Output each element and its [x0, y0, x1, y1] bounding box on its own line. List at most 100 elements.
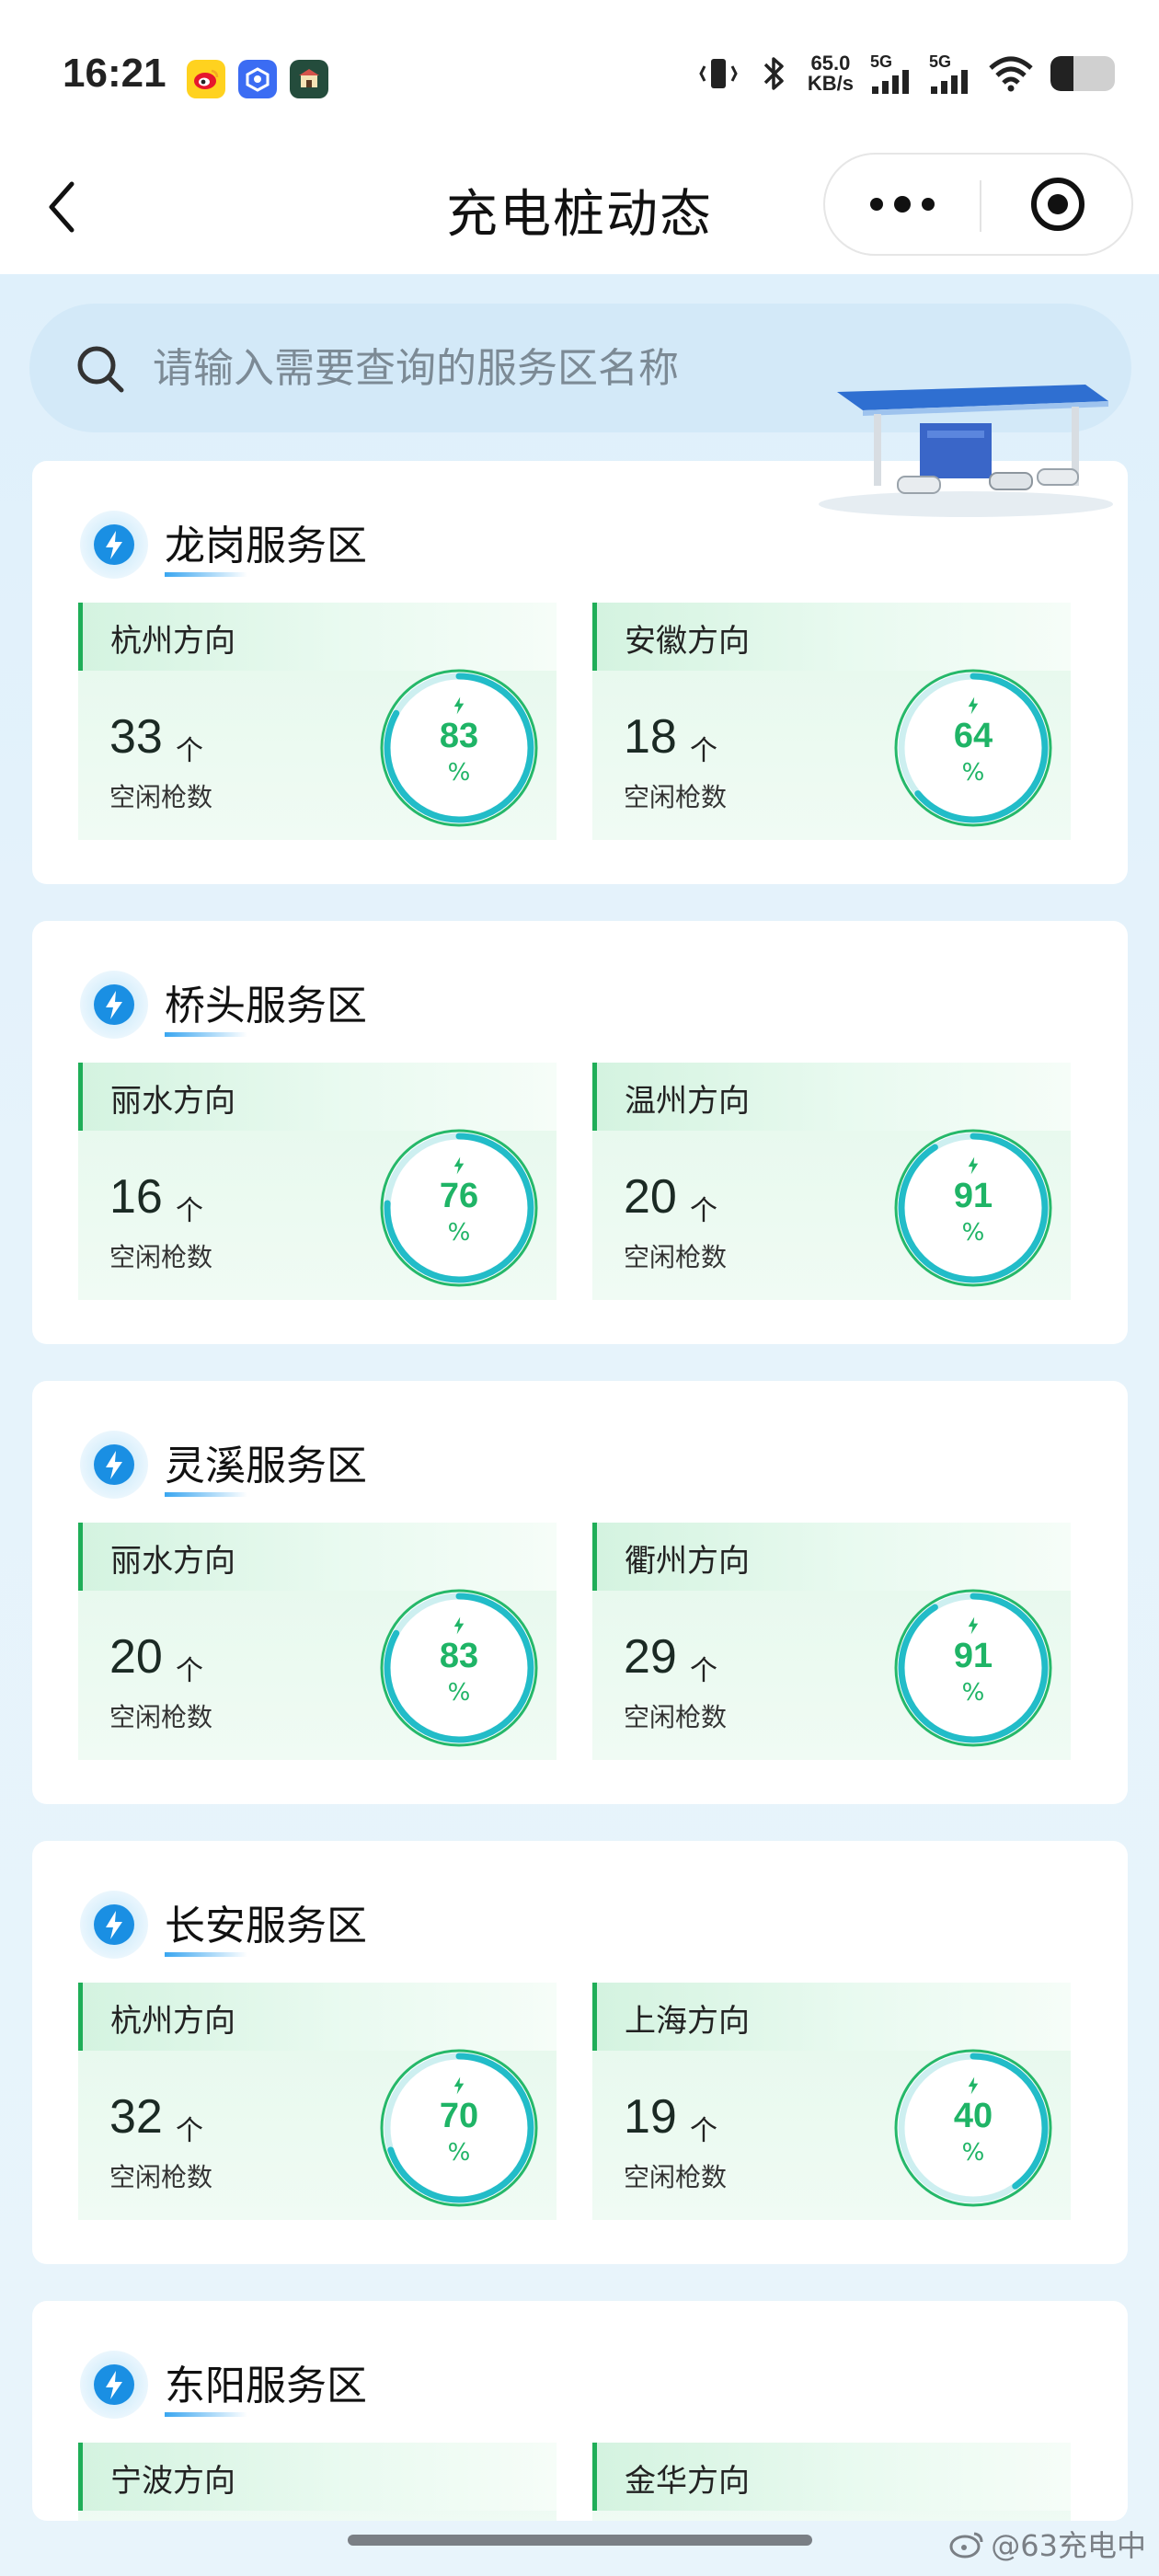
availability-ring: 40 % [894, 2049, 1052, 2207]
percent-sign: % [447, 1219, 471, 1247]
availability-percent: 64 [953, 717, 993, 755]
vibrate-icon [699, 59, 738, 88]
idle-unit: 个 [690, 2115, 717, 2147]
service-area-name: 龙岗服务区 [165, 512, 367, 577]
direction-name: 丽水方向 [110, 1083, 235, 1120]
direction-panel[interactable]: 上海方向 19 个 空闲枪数 40 % [592, 1983, 1071, 2220]
idle-count: 32 [109, 2090, 163, 2144]
direction-panel[interactable]: 安徽方向 18 个 空闲枪数 64 % [592, 603, 1071, 840]
service-area-card[interactable]: 桥头服务区 丽水方向 16 个 空闲枪数 76 % 温州方向 20 个 空闲枪数… [32, 921, 1128, 1344]
availability-ring: 83 % [380, 1589, 538, 1747]
direction-panel[interactable]: 衢州方向 29 个 空闲枪数 91 % [592, 1523, 1071, 1760]
percent-sign: % [961, 1679, 985, 1707]
idle-label: 空闲枪数 [109, 782, 213, 812]
idle-unit: 个 [176, 735, 203, 767]
idle-label: 空闲枪数 [624, 782, 728, 812]
direction-header: 金华方向 [592, 2443, 1071, 2511]
direction-name: 丽水方向 [110, 1543, 235, 1580]
lightning-bolt-icon [80, 1891, 148, 1959]
availability-percent: 83 [439, 717, 479, 755]
card-header: 龙岗服务区 [80, 503, 367, 586]
card-header: 长安服务区 [80, 1883, 367, 1966]
service-area-name: 灵溪服务区 [165, 1432, 367, 1497]
idle-count: 29 [624, 1630, 677, 1684]
dot [870, 198, 883, 211]
home-indicator [348, 2535, 812, 2546]
direction-header: 杭州方向 [78, 1983, 557, 2051]
direction-header: 衢州方向 [592, 1523, 1071, 1591]
lightning-bolt-icon [80, 971, 148, 1039]
battery-icon [1050, 56, 1115, 91]
idle-unit: 个 [690, 1195, 717, 1227]
idle-label: 空闲枪数 [109, 1242, 213, 1272]
availability-percent: 40 [953, 2097, 993, 2135]
app-blue-icon [238, 60, 277, 98]
status-time: 16:21 [63, 51, 166, 96]
direction-header: 杭州方向 [78, 603, 557, 671]
network-speed: 65.0 KB/s [807, 52, 854, 95]
idle-unit: 个 [176, 2115, 203, 2147]
charging-station-illustration [819, 385, 1113, 517]
direction-header: 安徽方向 [592, 603, 1071, 671]
percent-sign: % [447, 2139, 471, 2167]
direction-header: 宁波方向 [78, 2443, 557, 2511]
availability-ring: 91 % [894, 1129, 1052, 1287]
signal-sim1: 5G [870, 53, 912, 94]
idle-unit: 个 [176, 1655, 203, 1687]
direction-name: 上海方向 [625, 2003, 750, 2040]
direction-panel[interactable]: 温州方向 20 个 空闲枪数 91 % [592, 1063, 1071, 1300]
signal-sim2: 5G [929, 53, 971, 94]
close-miniapp-button[interactable] [981, 155, 1133, 254]
percent-sign: % [961, 1219, 985, 1247]
notification-icons [187, 60, 328, 98]
direction-name: 衢州方向 [625, 1543, 750, 1580]
direction-name: 杭州方向 [110, 2003, 235, 2040]
availability-ring: 76 % [380, 1129, 538, 1287]
service-area-card[interactable]: 长安服务区 杭州方向 32 个 空闲枪数 70 % 上海方向 19 个 空闲枪数… [32, 1841, 1128, 2264]
idle-count: 20 [109, 1630, 163, 1684]
miniapp-capsule [823, 153, 1133, 256]
status-indicators: 65.0 KB/s 5G 5G [695, 53, 1115, 94]
idle-unit: 个 [176, 1195, 203, 1227]
direction-name: 杭州方向 [110, 623, 235, 660]
lightning-bolt-icon [80, 511, 148, 579]
service-area-name: 东阳服务区 [165, 2352, 367, 2417]
direction-panel[interactable]: 金华方向 [592, 2443, 1071, 2521]
signal-bars-icon [931, 70, 968, 94]
idle-count: 19 [624, 2090, 677, 2144]
direction-name: 温州方向 [625, 1083, 750, 1120]
service-area-card[interactable]: 东阳服务区 宁波方向 金华方向 [32, 2301, 1128, 2521]
battery-level-fill [1050, 56, 1073, 91]
signal-bars-icon [872, 70, 909, 94]
watermark-text: @63充电中 [991, 2528, 1146, 2563]
availability-ring: 64 % [894, 669, 1052, 827]
service-area-card[interactable]: 灵溪服务区 丽水方向 20 个 空闲枪数 83 % 衢州方向 29 个 空闲枪数… [32, 1381, 1128, 1804]
direction-panel[interactable]: 丽水方向 20 个 空闲枪数 83 % [78, 1523, 557, 1760]
percent-sign: % [447, 759, 471, 787]
service-area-name: 长安服务区 [165, 1892, 367, 1957]
idle-count: 33 [109, 710, 163, 764]
direction-name: 宁波方向 [110, 2463, 235, 2500]
dot [894, 196, 911, 213]
direction-panel[interactable]: 宁波方向 [78, 2443, 557, 2521]
idle-label: 空闲枪数 [624, 1702, 728, 1732]
direction-panel[interactable]: 杭州方向 32 个 空闲枪数 70 % [78, 1983, 557, 2220]
percent-sign: % [447, 1679, 471, 1707]
more-button[interactable] [825, 155, 980, 254]
direction-panel[interactable]: 杭州方向 33 个 空闲枪数 83 % [78, 603, 557, 840]
card-header: 灵溪服务区 [80, 1423, 367, 1506]
idle-unit: 个 [690, 735, 717, 767]
idle-count: 18 [624, 710, 677, 764]
percent-sign: % [961, 2139, 985, 2167]
availability-percent: 83 [439, 1637, 479, 1675]
direction-panel[interactable]: 丽水方向 16 个 空闲枪数 76 % [78, 1063, 557, 1300]
service-area-card[interactable]: 龙岗服务区 杭州方向 33 个 空闲枪数 83 % 安徽方向 18 个 空闲枪数… [32, 461, 1128, 884]
weibo-icon [187, 60, 225, 98]
watermark: @63充电中 [948, 2523, 1146, 2565]
direction-name: 安徽方向 [625, 623, 750, 660]
status-bar: 16:21 65.0 KB/s 5G 5G 充电桩动态 [0, 0, 1159, 256]
availability-ring: 91 % [894, 1589, 1052, 1747]
direction-header: 温州方向 [592, 1063, 1071, 1131]
card-header: 东阳服务区 [80, 2343, 367, 2426]
bluetooth-icon [763, 57, 784, 90]
